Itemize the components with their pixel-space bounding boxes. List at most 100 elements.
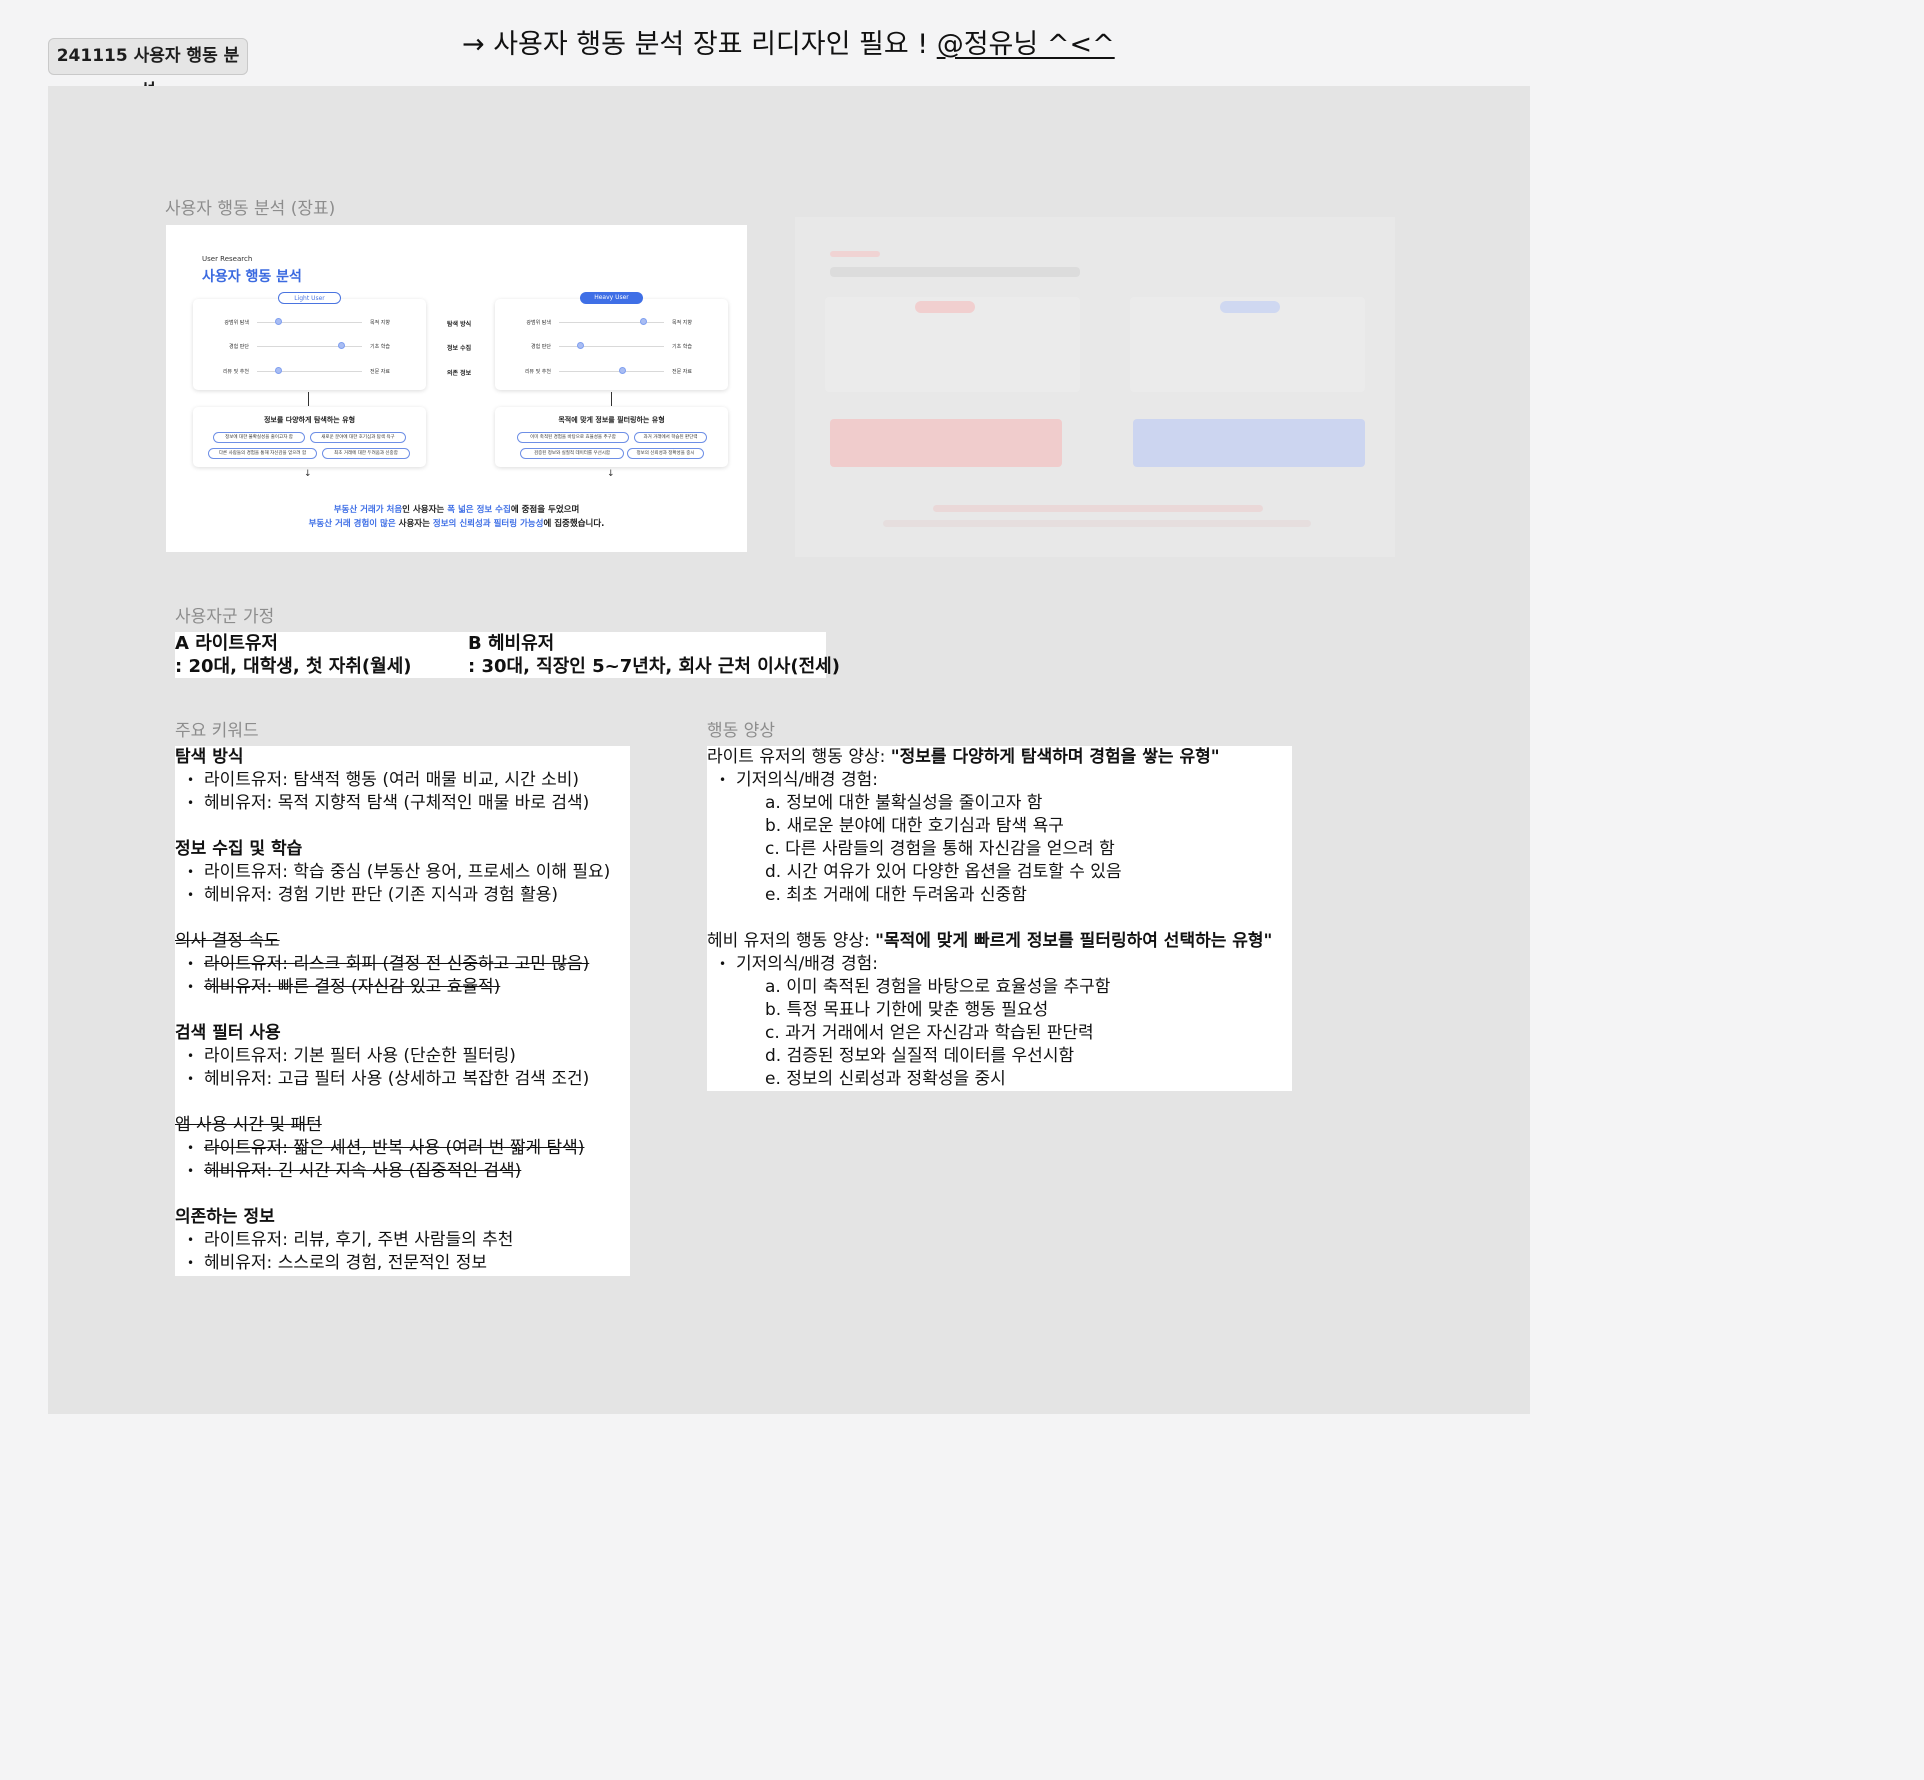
mention-link[interactable]: @정유닝 ^<^ [937,29,1115,60]
behavior-bullet: 기저의식/배경 경험: [719,953,1292,976]
conclusion-highlight: 부동산 거래가 처음 [333,505,403,515]
conclusion-highlight: 부동산 거래 경험이 많은 [308,519,396,529]
mid-label-1: 정보 수집 [447,345,472,352]
row-left-label: 경험 판단 [229,344,249,350]
row-left-label: 경험 판단 [531,344,551,350]
behavior-bullet: 기저의식/배경 경험: [719,769,1292,792]
heavy-dot-2 [618,367,626,374]
frame-tag[interactable]: 241115 사용자 행동 분석 [48,38,248,101]
keyword-list: 라이트유저: 기본 필터 사용 (단순한 필터링) 헤비유저: 고급 필터 사용… [175,1045,630,1091]
row-right-label: 기초 학습 [672,344,692,350]
behavior-item: b. 특정 목표나 기한에 맞춘 행동 필요성 [765,1000,1049,1020]
keyword-item: 라이트유저: 리뷰, 후기, 주변 사람들의 추천 [187,1229,630,1252]
row-left-label: 광범위 탐색 [224,320,249,326]
keyword-list: 라이트유저: 리뷰, 후기, 주변 사람들의 추천 헤비유저: 스스로의 경험,… [175,1229,630,1275]
hidden-slide[interactable] [795,217,1395,557]
behavior-section-label: 행동 양상 [707,721,775,741]
keyword-list: 라이트유저: 학습 중심 (부동산 용어, 프로세스 이해 필요) 헤비유저: … [175,861,630,907]
behavior-sublist: a. 이미 축적된 경험을 바탕으로 효율성을 추구함 b. 특정 목표나 기한… [707,976,1292,1091]
behavior-item: d. 검증된 정보와 실질적 데이터를 우선시함 [765,1046,1075,1066]
faded-red-card [830,419,1062,467]
heavy-row-0: 광범위 탐색 목적 지향 [495,317,728,327]
arrow-down-icon: ↓ [304,469,312,479]
keyword-title: 정보 수집 및 학습 [175,839,303,859]
light-row-0: 광범위 탐색 목적 지향 [193,317,426,327]
faded-pill [1220,301,1280,313]
heavy-dot-0 [639,318,647,325]
row-right-label: 목적 지향 [672,320,692,326]
keyword-item: 헤비유저: 경험 기반 판단 (기존 지식과 경험 활용) [187,884,630,907]
trait-chip: 과거 거래에서 학습된 판단력 [634,432,707,443]
behavior-item: d. 시간 여유가 있어 다양한 옵션을 검토할 수 있음 [765,862,1122,882]
conclusion-text: 사용자는 [395,519,433,529]
row-right-label: 목적 지향 [370,320,390,326]
behavior-item: e. 정보의 신뢰성과 정확성을 중시 [765,1069,1006,1089]
behavior-headline: "정보를 다양하게 탐색하며 경험을 쌓는 유형" [890,747,1220,767]
behavior-sublist: a. 정보에 대한 불확실성을 줄이고자 함 b. 새로운 분야에 대한 호기심… [707,792,1292,907]
trait-chip: 새로운 분야에 대한 호기심과 탐색 욕구 [310,432,406,443]
conclusion-text: 인 사용자는 [402,505,448,515]
group-b-title: B 헤비유저 [468,633,555,654]
conclusion-line-2: 부동산 거래 경험이 많은 사용자는 정보의 신뢰성과 필터링 가능성에 집중했… [166,517,747,529]
light-user-scale-card: 광범위 탐색 목적 지향 경험 판단 기초 학습 리뷰 및 추천 전문 자료 [193,299,426,390]
faded-blue-card [1133,419,1365,467]
behavior-prefix: 헤비 유저의 행동 양상: [707,931,876,951]
keywords-block[interactable]: 탐색 방식 라이트유저: 탐색적 행동 (여러 매물 비교, 시간 소비) 헤비… [175,746,630,1276]
slide-user-behavior[interactable]: User Research 사용자 행동 분석 광범위 탐색 목적 지향 경험 판… [166,225,747,552]
slide-title: 사용자 행동 분석 [202,269,302,285]
trait-chip: 정보에 대한 불확실성을 줄이고자 함 [213,432,305,443]
behavior-list: 기저의식/배경 경험: [707,769,1292,792]
row-right-label: 전문 자료 [672,369,692,375]
group-b-desc: : 30대, 직장인 5~7년차, 회사 근처 이사(전세) [468,656,840,677]
behavior-block[interactable]: 라이트 유저의 행동 양상: "정보를 다양하게 탐색하며 경험을 쌓는 유형"… [707,746,1292,1091]
trait-chip: 이미 축적된 경험을 바탕으로 효율성을 추구함 [517,432,629,443]
behavior-item: c. 다른 사람들의 경험을 통해 자신감을 얻으려 함 [765,839,1115,859]
keyword-title: 의존하는 정보 [175,1207,275,1227]
conclusion-text: 에 중점을 두었으며 [510,505,580,515]
group-a-title: A 라이트유저 [175,633,278,654]
keyword-item: 라이트유저: 탐색적 행동 (여러 매물 비교, 시간 소비) [187,769,630,792]
keyword-item-struck: 라이트유저: 짧은 세션, 반복 사용 (여러 번 짧게 탐색) [187,1137,630,1160]
slide-section-label: 사용자 행동 분석 (장표) [165,199,336,219]
behavior-heading: 라이트 유저의 행동 양상: "정보를 다양하게 탐색하며 경험을 쌓는 유형" [707,746,1292,769]
keyword-item: 헤비유저: 목적 지향적 탐색 (구체적인 매물 바로 검색) [187,792,630,815]
keyword-list: 라이트유저: 짧은 세션, 반복 사용 (여러 번 짧게 탐색) 헤비유저: 긴… [175,1137,630,1183]
keyword-item-struck: 라이트유저: 리스크 회피 (결정 전 신중하고 고민 많음) [187,953,630,976]
header-text: → 사용자 행동 분석 장표 리디자인 필요 ! [462,29,937,60]
keywords-section-label: 주요 키워드 [175,721,259,741]
connector-line [308,392,309,406]
group-a-desc: : 20대, 대학생, 첫 자취(월세) [175,656,412,677]
row-left-label: 리뷰 및 추천 [222,369,249,375]
behavior-prefix: 라이트 유저의 행동 양상: [707,747,891,767]
connector-line [611,392,612,406]
behavior-list: 기저의식/배경 경험: [707,953,1292,976]
conclusion-text: 에 집중했습니다. [543,519,605,529]
user-group-block[interactable]: A 라이트유저 : 20대, 대학생, 첫 자취(월세) B 헤비유저 : 30… [175,632,840,678]
trait-chip: 검증된 정보와 실질적 데이터를 우선시함 [520,448,624,459]
conclusion-highlight: 폭 넓은 정보 수집 [447,505,511,515]
light-row-1: 경험 판단 기초 학습 [193,341,426,351]
mid-label-0: 탐색 방식 [447,321,472,328]
keyword-title: 검색 필터 사용 [175,1023,281,1043]
behavior-item: a. 정보에 대한 불확실성을 줄이고자 함 [765,793,1043,813]
keyword-list: 라이트유저: 탐색적 행동 (여러 매물 비교, 시간 소비) 헤비유저: 목적… [175,769,630,815]
behavior-heading: 헤비 유저의 행동 양상: "목적에 맞게 빠르게 정보를 필터링하여 선택하는… [707,930,1292,953]
slide-kicker: User Research [202,255,253,263]
trait-chip: 다른 사람들의 경험을 통해 자신감을 얻으려 함 [208,448,317,459]
behavior-item: a. 이미 축적된 경험을 바탕으로 효율성을 추구함 [765,977,1111,997]
row-right-label: 전문 자료 [370,369,390,375]
conclusion-highlight: 정보의 신뢰성과 필터링 가능성 [432,519,544,529]
heavy-row-2: 리뷰 및 추천 전문 자료 [495,366,728,376]
row-left-label: 광범위 탐색 [526,320,551,326]
trait-chip: 정보의 신뢰성과 정확성을 중시 [627,448,704,459]
heavy-dot-1 [576,342,584,349]
keyword-title-struck: 의사 결정 속도 [175,931,280,951]
keyword-list: 라이트유저: 리스크 회피 (결정 전 신중하고 고민 많음) 헤비유저: 빠른… [175,953,630,999]
arrow-down-icon: ↓ [607,469,615,479]
light-dot-0 [274,318,282,325]
heavy-type-title: 목적에 맞게 정보를 필터링하는 유형 [558,416,665,424]
row-right-label: 기초 학습 [370,344,390,350]
light-dot-1 [337,342,345,349]
heavy-type-card: 목적에 맞게 정보를 필터링하는 유형 이미 축적된 경험을 바탕으로 효율성을… [495,407,728,467]
groups-section-label: 사용자군 가정 [175,607,275,627]
